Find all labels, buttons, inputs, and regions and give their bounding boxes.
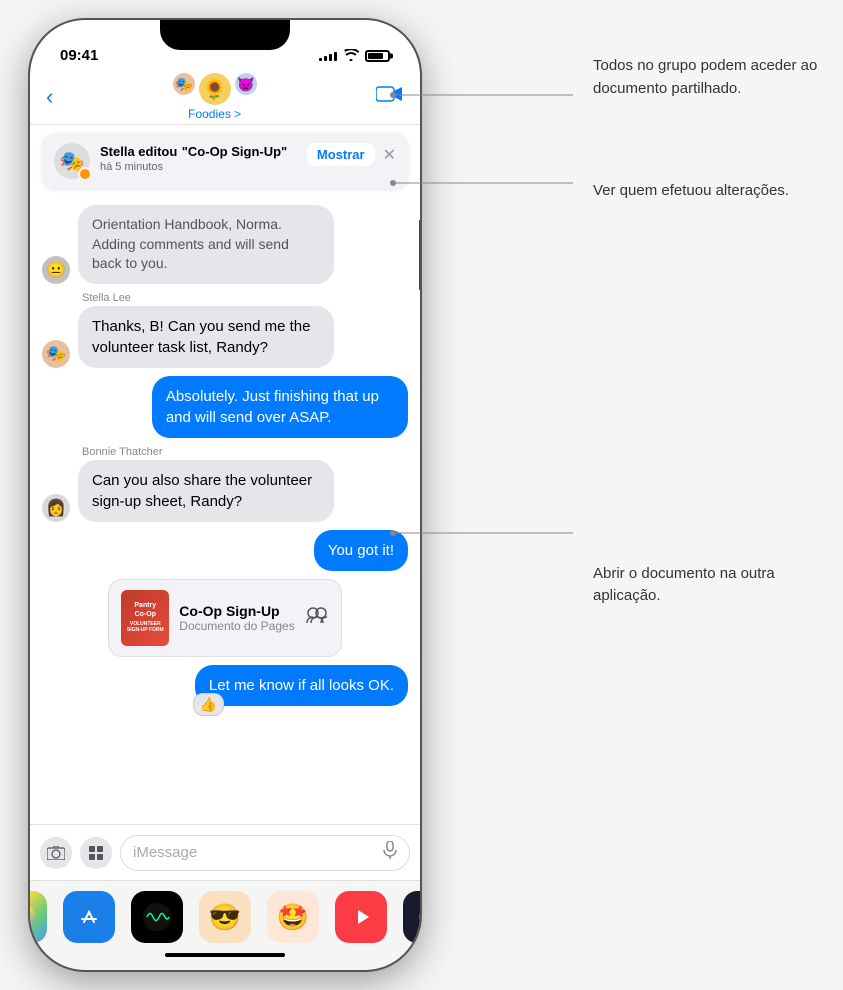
input-placeholder: iMessage: [133, 844, 197, 861]
signal-bar-4: [334, 52, 337, 61]
notif-show-button[interactable]: Mostrar: [307, 143, 375, 166]
dock-apps: 😎 🤩: [30, 881, 420, 949]
message-row-6: Pantry Co-Op VOLUNTEERSIGN-UP FORM Co-Op…: [42, 579, 408, 657]
msg-avatar-2: 🎭: [42, 340, 70, 368]
notif-close-button[interactable]: ✕: [383, 145, 396, 165]
msg-content-1: Orientation Handbook, Norma. Adding comm…: [78, 205, 334, 284]
avatar-1: 🎭: [173, 73, 195, 95]
annotation-line-1: [393, 85, 593, 125]
battery-fill: [368, 53, 383, 59]
message-row-3: Absolutely. Just finishing that up and w…: [42, 376, 408, 438]
camera-button[interactable]: [40, 837, 72, 869]
mic-icon[interactable]: [383, 841, 397, 864]
status-time: 09:41: [60, 47, 98, 64]
dock-memoji1[interactable]: 😎: [199, 891, 251, 943]
doc-type: Documento do Pages: [179, 619, 294, 633]
messages-area: 😐 Orientation Handbook, Norma. Adding co…: [30, 197, 420, 824]
doc-bubble[interactable]: Pantry Co-Op VOLUNTEERSIGN-UP FORM Co-Op…: [108, 579, 341, 657]
dock-memoji2[interactable]: 🤩: [267, 891, 319, 943]
notif-content: Stella editou "Co-Op Sign-Up" há 5 minut…: [100, 143, 297, 173]
signal-bar-1: [319, 58, 322, 61]
notif-title: Stella editou "Co-Op Sign-Up": [100, 143, 297, 161]
doc-thumbnail: Pantry Co-Op VOLUNTEERSIGN-UP FORM: [121, 590, 169, 646]
message-input[interactable]: iMessage: [120, 835, 410, 871]
msg-content-4: Bonnie Thatcher Can you also share the v…: [78, 446, 334, 522]
nav-avatars: 🎭 🌻 👿: [173, 73, 257, 105]
notif-time: há 5 minutos: [100, 161, 297, 173]
input-bar: iMessage: [30, 824, 420, 880]
signal-bar-3: [329, 54, 332, 61]
home-indicator: [165, 953, 285, 957]
dock-music[interactable]: [335, 891, 387, 943]
dock-appstore[interactable]: [63, 891, 115, 943]
spacer: [42, 714, 408, 730]
phone-wrapper: 09:41 ‹: [30, 20, 420, 970]
phone-side-button: [419, 220, 420, 290]
avatar-2: 🌻: [199, 73, 231, 105]
signal-bar-2: [324, 56, 327, 61]
wifi-icon: [343, 48, 359, 64]
status-icons: [319, 48, 390, 64]
message-row-4: 👩 Bonnie Thatcher Can you also share the…: [42, 446, 408, 522]
msg-content-3: Absolutely. Just finishing that up and w…: [152, 376, 408, 438]
back-button[interactable]: ‹: [46, 84, 53, 110]
bubble-4: Can you also share the volunteer sign-up…: [78, 460, 334, 522]
annotation-line-3: [393, 523, 593, 553]
notification-banner[interactable]: 🎭 Stella editou "Co-Op Sign-Up" há 5 min…: [42, 133, 408, 189]
notif-avatar: 🎭: [54, 143, 90, 179]
message-row: 😐 Orientation Handbook, Norma. Adding co…: [42, 205, 408, 284]
phone-frame: 09:41 ‹: [30, 20, 420, 970]
msg-content-7: Let me know if all looks OK. 👍: [195, 665, 408, 706]
annotation-2: Ver quem efetuou alterações.: [593, 180, 823, 203]
bubble-1: Orientation Handbook, Norma. Adding comm…: [78, 205, 334, 284]
msg-sender-4: Bonnie Thatcher: [78, 446, 334, 458]
dock-photos[interactable]: [30, 891, 47, 943]
notif-badge: [78, 167, 92, 181]
reaction-badge: 👍: [193, 693, 224, 716]
dock: 😎 🤩: [30, 880, 420, 970]
message-row-2: 🎭 Stella Lee Thanks, B! Can you send me …: [42, 292, 408, 368]
notch: [160, 20, 290, 50]
avatar-3: 👿: [235, 73, 257, 95]
bubble-3: Absolutely. Just finishing that up and w…: [152, 376, 408, 438]
message-row-5: You got it!: [42, 530, 408, 571]
dock-soundboard[interactable]: [131, 891, 183, 943]
doc-collab-icon[interactable]: [305, 605, 329, 631]
dock-fitness[interactable]: [403, 891, 420, 943]
phone-screen: 09:41 ‹: [30, 20, 420, 970]
msg-sender-2: Stella Lee: [78, 292, 334, 304]
annotation-line-2: [393, 173, 593, 203]
notif-actions: Mostrar ✕: [307, 143, 396, 166]
group-name[interactable]: Foodies >: [188, 107, 241, 121]
annotation-1: Todos no grupo podem aceder ao documento…: [593, 55, 823, 100]
msg-content-2: Stella Lee Thanks, B! Can you send me th…: [78, 292, 334, 368]
apps-button[interactable]: [80, 837, 112, 869]
annotation-3: Abrir o documento na outra aplicação.: [593, 563, 823, 608]
annotations: Todos no grupo podem aceder ao documento…: [593, 55, 823, 608]
doc-name: Co-Op Sign-Up: [179, 603, 294, 619]
nav-bar: ‹ 🎭 🌻 👿 Foodies >: [30, 70, 420, 125]
message-row-7: Let me know if all looks OK. 👍: [42, 665, 408, 706]
msg-avatar-4: 👩: [42, 494, 70, 522]
bubble-2: Thanks, B! Can you send me the volunteer…: [78, 306, 334, 368]
signal-bars: [319, 52, 337, 61]
nav-center[interactable]: 🎭 🌻 👿 Foodies >: [173, 73, 257, 121]
battery-icon: [365, 50, 390, 62]
msg-avatar-1: 😐: [42, 256, 70, 284]
bubble-7: Let me know if all looks OK.: [195, 665, 408, 706]
doc-info: Co-Op Sign-Up Documento do Pages: [179, 603, 294, 633]
